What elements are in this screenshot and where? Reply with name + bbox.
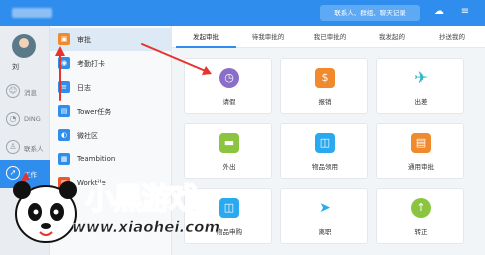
- arrow-to-leave-card: [141, 43, 209, 73]
- panda-logo: [13, 181, 77, 243]
- watermark-title: 小黑游戏: [84, 181, 200, 218]
- watermark: 小黑游戏 www.xiaohei.com: [0, 168, 220, 255]
- arrow-head-approval: [55, 46, 65, 56]
- watermark-url: www.xiaohei.com: [72, 218, 221, 237]
